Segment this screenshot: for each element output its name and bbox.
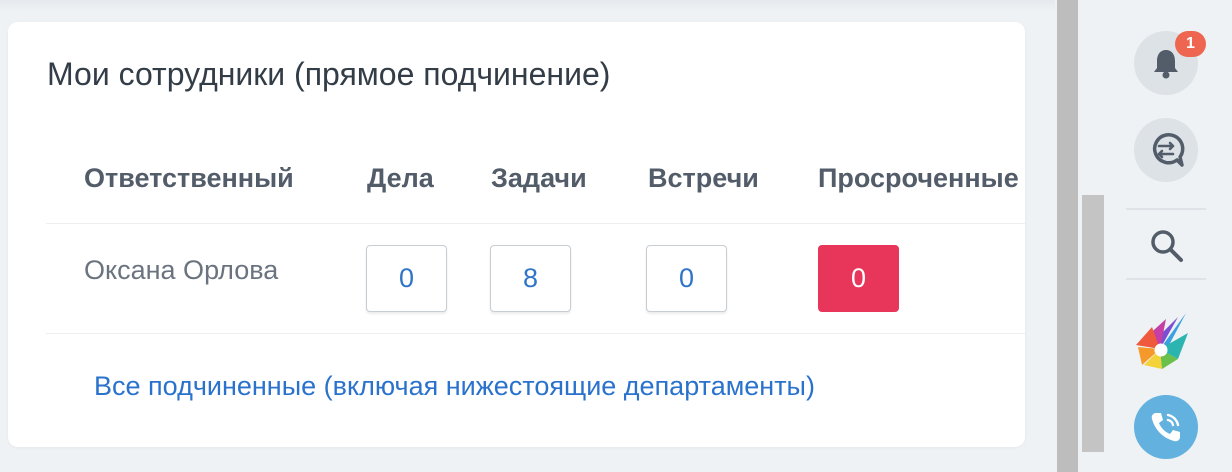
widget-title: Мои сотрудники (прямое подчинение): [47, 56, 611, 92]
employees-widget: Мои сотрудники (прямое подчинение) Ответ…: [8, 22, 1025, 447]
column-header-meetings: Встречи: [648, 163, 759, 193]
sidebar-scroll-thumb[interactable]: [1082, 195, 1104, 452]
phone-icon: [1151, 413, 1180, 442]
overdue-count-button[interactable]: 0: [818, 245, 899, 312]
app-logo[interactable]: [1132, 309, 1190, 371]
top-strip: [0, 0, 1055, 12]
column-header-deals: Дела: [367, 163, 434, 193]
column-header-tasks: Задачи: [491, 163, 587, 193]
page-scrollbar[interactable]: [1057, 0, 1078, 472]
employee-name: Оксана Орлова: [84, 255, 279, 285]
deals-count-button[interactable]: 0: [366, 245, 447, 312]
all-subordinates-link[interactable]: Все подчиненные (включая нижестоящие деп…: [94, 371, 815, 402]
sidebar-divider: [1126, 208, 1206, 210]
chat-button[interactable]: [1134, 118, 1198, 182]
phone-button[interactable]: [1134, 395, 1198, 459]
search-icon: [1151, 230, 1183, 262]
meetings-count-button[interactable]: 0: [646, 245, 727, 312]
notifications-badge: 1: [1175, 31, 1206, 57]
tasks-count-button[interactable]: 8: [490, 245, 571, 312]
header-divider: [46, 223, 1025, 224]
column-header-overdue: Просроченные: [818, 163, 1019, 193]
bell-icon: [1154, 50, 1178, 79]
sidebar-divider: [1126, 278, 1206, 280]
chat-icon: [1152, 132, 1185, 167]
logo-icon: [1136, 313, 1188, 369]
column-header-responsible: Ответственный: [84, 163, 294, 193]
row-divider: [46, 333, 1025, 334]
search-button[interactable]: [1147, 226, 1187, 266]
